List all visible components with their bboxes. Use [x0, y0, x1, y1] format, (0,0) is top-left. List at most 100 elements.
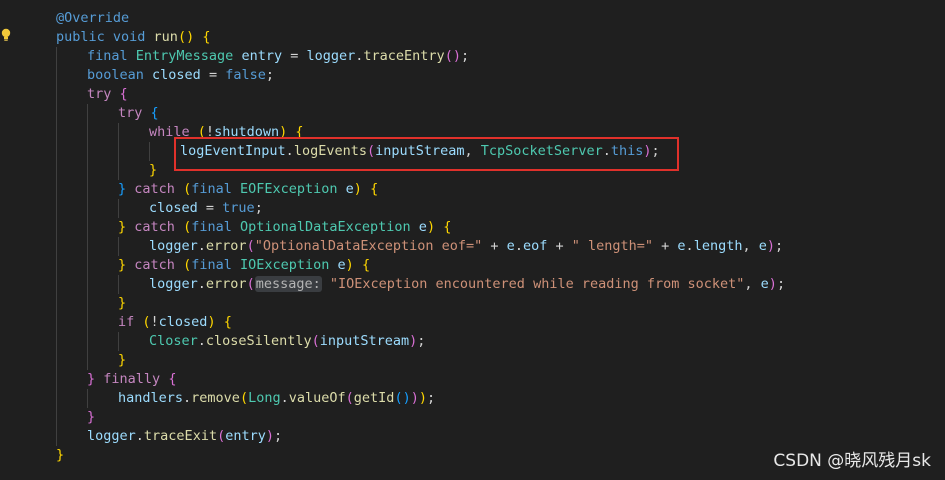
code-token: valueOf	[288, 390, 346, 406]
code-token: final	[191, 219, 240, 235]
code-token: e	[758, 238, 767, 254]
code-token: true	[222, 200, 255, 216]
lightbulb-icon[interactable]	[0, 28, 12, 42]
code-token: IOException	[239, 257, 338, 273]
code-token: (	[183, 181, 192, 197]
code-token: logger	[149, 238, 198, 254]
code-token: )	[768, 276, 777, 292]
indent-guide	[118, 237, 119, 256]
code-token: {	[150, 105, 159, 121]
code-token: false	[225, 67, 266, 83]
code-token: (	[311, 333, 320, 349]
indent-guide	[87, 389, 88, 408]
code-token: .	[183, 390, 192, 406]
code-editor[interactable]: @Override public void run() {final EntryM…	[0, 0, 945, 480]
code-token: closed	[158, 314, 208, 330]
code-token: {	[119, 86, 128, 102]
code-line[interactable]: }	[118, 294, 126, 313]
code-token: }	[118, 295, 127, 311]
code-token: error	[205, 276, 247, 292]
code-token: "OptionalDataException eof="	[254, 238, 483, 254]
highlight-box	[174, 137, 679, 171]
code-token: final	[191, 257, 240, 273]
code-token: }	[118, 219, 127, 235]
code-token: Closer	[149, 333, 198, 349]
code-token: }	[149, 162, 158, 178]
indent-guide	[87, 104, 88, 370]
code-token: EOFException	[239, 181, 346, 197]
code-token: )	[418, 390, 427, 406]
code-line[interactable]: }	[118, 351, 126, 370]
code-token: )	[353, 181, 362, 197]
code-token: ;	[775, 238, 784, 254]
code-token: ;	[274, 428, 283, 444]
code-token: {	[202, 29, 211, 45]
code-line[interactable]: }	[56, 446, 64, 465]
code-token: +	[653, 238, 678, 254]
code-line[interactable]: try {	[87, 85, 128, 104]
indent-guide	[56, 47, 57, 446]
code-token: " length="	[571, 238, 654, 254]
code-token: catch	[134, 257, 184, 273]
code-line[interactable]: } catch (final EOFException e) {	[118, 180, 378, 199]
code-token: "IOException encountered while reading f…	[329, 276, 745, 292]
code-token: ;	[265, 67, 274, 83]
code-line[interactable]: }	[87, 408, 95, 427]
code-line[interactable]: logger.error(message: "IOException encou…	[149, 275, 785, 294]
code-line[interactable]: final EntryMessage entry = logger.traceE…	[87, 47, 469, 66]
code-token: {	[361, 257, 371, 273]
code-token: if	[118, 314, 143, 330]
code-line[interactable]: }	[149, 161, 157, 180]
code-token: }	[56, 447, 65, 463]
code-line[interactable]: } catch (final OptionalDataException e) …	[118, 218, 451, 237]
code-token: handlers	[118, 390, 184, 406]
code-line[interactable]: Closer.closeSilently(inputStream);	[149, 332, 425, 351]
code-token: }	[118, 352, 127, 368]
indent-guide	[118, 275, 119, 294]
code-line[interactable]: handlers.remove(Long.valueOf(getId()));	[118, 389, 435, 408]
code-line[interactable]: logger.error("OptionalDataException eof=…	[149, 237, 783, 256]
code-token: try	[87, 86, 120, 102]
code-line[interactable]: boolean closed = false;	[87, 66, 274, 85]
code-token: }	[87, 371, 96, 387]
code-token: traceExit	[143, 428, 218, 444]
code-line[interactable]: if (!closed) {	[118, 313, 232, 332]
code-token: (	[246, 238, 255, 254]
code-line[interactable]: try {	[118, 104, 159, 123]
code-token: final	[87, 48, 136, 64]
code-token: {	[223, 314, 232, 330]
code-token: length	[693, 238, 743, 254]
indent-guide	[118, 199, 119, 218]
code-line[interactable]: logger.traceExit(entry);	[87, 427, 282, 446]
code-token: ;	[460, 48, 470, 64]
code-line[interactable]: } catch (final IOException e) {	[118, 256, 370, 275]
code-token: logger	[306, 48, 356, 64]
code-token: entry	[225, 428, 266, 444]
code-line[interactable]: closed = true;	[149, 199, 263, 218]
code-token: ;	[254, 200, 263, 216]
code-line[interactable]: @Override	[56, 9, 129, 28]
code-line[interactable]: public void run() {	[56, 28, 210, 47]
code-token: entry	[241, 48, 283, 64]
code-token: {	[168, 371, 177, 387]
code-token: ()	[394, 390, 411, 406]
code-token: e	[677, 238, 686, 254]
code-token: ()	[177, 29, 195, 45]
code-line[interactable]: } finally {	[87, 370, 176, 389]
code-token: .	[197, 238, 206, 254]
code-token: traceEntry	[363, 48, 445, 64]
code-token: logger	[87, 428, 136, 444]
parameter-hint: message:	[254, 276, 322, 292]
code-token: .	[135, 428, 144, 444]
code-token: e	[418, 219, 427, 235]
code-token: public	[56, 29, 113, 45]
code-token: e	[337, 257, 346, 273]
code-token: (	[183, 219, 192, 235]
code-token: .	[197, 333, 206, 349]
code-token: e	[345, 181, 354, 197]
code-token: run	[153, 29, 178, 45]
code-token: void	[112, 29, 154, 45]
